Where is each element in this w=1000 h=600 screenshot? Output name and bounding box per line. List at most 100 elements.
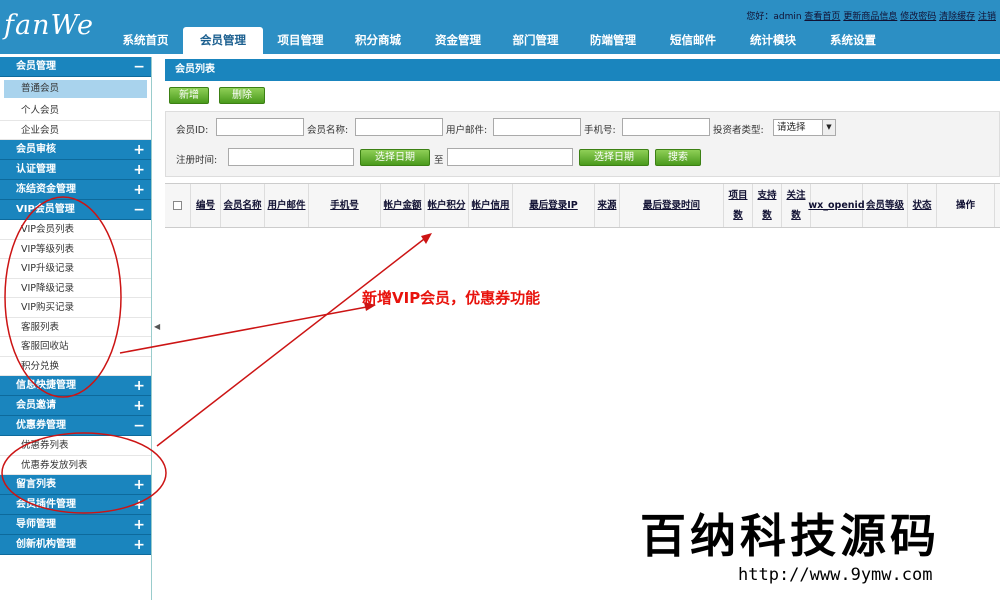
sidebar-section-label: 信息快捷管理 (16, 380, 76, 391)
nav-tab[interactable]: 防端管理 (573, 27, 653, 54)
column-header[interactable]: 帐户金额 (381, 184, 425, 227)
column-header[interactable]: 项目数 (724, 184, 753, 227)
sidebar-section[interactable]: VIP会员管理 − (0, 200, 151, 220)
sidebar-section[interactable]: 冻结资金管理 + (0, 180, 151, 200)
reg-time-label: 注册时间: (176, 155, 218, 166)
sidebar-section-label: 认证管理 (16, 164, 56, 175)
sidebar-item[interactable]: VIP等级列表 (0, 240, 151, 259)
sidebar-section[interactable]: 创新机构管理 + (0, 535, 151, 555)
chevron-down-icon: ▼ (822, 120, 835, 135)
pick-start-date-button[interactable]: 选择日期 (360, 149, 430, 166)
expand-icon[interactable]: + (133, 475, 145, 495)
link-logout[interactable]: 注销 (978, 12, 996, 22)
column-header[interactable]: 会员等级 (863, 184, 908, 227)
column-header[interactable]: 最后登录时间 (620, 184, 724, 227)
column-header[interactable]: 操作 (937, 184, 995, 227)
expand-icon[interactable]: + (133, 140, 145, 160)
sidebar-item[interactable]: 客服回收站 (0, 337, 151, 357)
column-header[interactable]: 来源 (595, 184, 620, 227)
expand-icon[interactable]: + (133, 535, 145, 555)
sidebar-section[interactable]: 留言列表 + (0, 475, 151, 495)
column-header[interactable]: 关注数 (782, 184, 811, 227)
top-header: fanWe 您好：admin 查看首页 更新商品信息 修改密码 清除缓存 注销 … (0, 0, 1000, 54)
sidebar-item[interactable]: VIP降级记录 (0, 279, 151, 298)
nav-tab[interactable]: 统计模块 (733, 27, 813, 54)
sidebar-item[interactable]: VIP购买记录 (0, 298, 151, 318)
expand-icon[interactable]: + (133, 396, 145, 416)
filter-panel: 会员ID: 会员名称: 用户邮件: 手机号: 投资者类型: 请选择 ▼ 注册时间… (165, 111, 1000, 177)
member-name-label: 会员名称: (307, 125, 349, 136)
sidebar-item[interactable]: VIP会员列表 (0, 220, 151, 240)
sidebar-section[interactable]: 会员审核 + (0, 140, 151, 160)
to-label: 至 (434, 155, 444, 166)
collapse-sidebar-icon[interactable]: ◀ (154, 322, 160, 331)
sidebar-section-label: 冻结资金管理 (16, 184, 76, 195)
link-clear-cache[interactable]: 清除缓存 (939, 12, 975, 22)
sidebar-item[interactable]: VIP升级记录 (0, 259, 151, 279)
link-view-home[interactable]: 查看首页 (804, 12, 840, 22)
expand-icon[interactable]: + (133, 495, 145, 515)
email-input[interactable] (493, 118, 581, 136)
column-header[interactable]: wx_openid (808, 184, 865, 227)
member-name-input[interactable] (355, 118, 443, 136)
pick-end-date-button[interactable]: 选择日期 (579, 149, 649, 166)
nav-tab[interactable]: 会员管理 (183, 27, 263, 54)
sidebar-section-label: 优惠券管理 (16, 420, 66, 431)
nav-tab[interactable]: 部门管理 (498, 27, 573, 54)
sidebar-section-label: 会员邀请 (16, 400, 56, 411)
collapse-icon[interactable]: − (133, 416, 145, 436)
watermark-title: 百纳科技源码 (640, 509, 940, 563)
column-header[interactable]: 手机号 (309, 184, 381, 227)
annotation-text: 新增VIP会员，优惠券功能 (362, 289, 541, 307)
reg-time-end-input[interactable] (447, 148, 573, 166)
sidebar-item[interactable]: 客服列表 (0, 318, 151, 337)
link-update-info[interactable]: 更新商品信息 (843, 12, 897, 22)
column-header[interactable]: 最后登录IP (513, 184, 595, 227)
select-all-checkbox[interactable] (173, 201, 182, 210)
link-change-password[interactable]: 修改密码 (900, 12, 936, 22)
column-header[interactable]: 状态 (908, 184, 937, 227)
nav-tab[interactable]: 项目管理 (263, 27, 338, 54)
investor-type-select[interactable]: 请选择 ▼ (773, 119, 836, 136)
investor-type-label: 投资者类型: (713, 125, 764, 136)
sidebar-item[interactable]: 积分兑换 (0, 357, 151, 376)
delete-button[interactable]: 删除 (219, 87, 265, 104)
sidebar-item[interactable]: 优惠券发放列表 (0, 456, 151, 475)
sidebar-section[interactable]: 信息快捷管理 + (0, 376, 151, 396)
sidebar-item[interactable]: 优惠券列表 (0, 436, 151, 456)
sidebar-item[interactable]: 个人会员 (0, 101, 151, 121)
sidebar-section[interactable]: 会员邀请 + (0, 396, 151, 416)
sidebar-section[interactable]: 会员管理 − (0, 57, 151, 77)
sidebar-section[interactable]: 优惠券管理 − (0, 416, 151, 436)
nav-tab[interactable]: 资金管理 (418, 27, 498, 54)
column-header[interactable]: 支持数 (753, 184, 782, 227)
mobile-label: 手机号: (584, 125, 616, 136)
page-title: 会员列表 (165, 59, 1000, 81)
expand-icon[interactable]: + (133, 376, 145, 396)
add-button[interactable]: 新增 (169, 87, 209, 104)
mobile-input[interactable] (622, 118, 710, 136)
column-header[interactable]: 帐户信用 (469, 184, 513, 227)
sidebar-section[interactable]: 导师管理 + (0, 515, 151, 535)
column-header[interactable]: 编号 (191, 184, 221, 227)
nav-tab[interactable]: 积分商城 (338, 27, 418, 54)
nav-tab[interactable]: 短信邮件 (653, 27, 733, 54)
expand-icon[interactable]: + (133, 180, 145, 200)
top-info: 您好：admin 查看首页 更新商品信息 修改密码 清除缓存 注销 (746, 9, 996, 22)
sidebar-item[interactable]: 普通会员 (4, 80, 147, 98)
column-header[interactable]: 会员名称 (221, 184, 265, 227)
collapse-icon[interactable]: − (133, 200, 145, 220)
sidebar-section[interactable]: 认证管理 + (0, 160, 151, 180)
sidebar-section[interactable]: 会员插件管理 + (0, 495, 151, 515)
column-header[interactable]: 帐户积分 (425, 184, 469, 227)
nav-tab[interactable]: 系统首页 (108, 27, 183, 54)
reg-time-start-input[interactable] (228, 148, 354, 166)
collapse-icon[interactable]: − (133, 57, 145, 77)
sidebar-item[interactable]: 企业会员 (0, 121, 151, 140)
member-id-input[interactable] (216, 118, 304, 136)
nav-tab[interactable]: 系统设置 (813, 27, 893, 54)
expand-icon[interactable]: + (133, 515, 145, 535)
expand-icon[interactable]: + (133, 160, 145, 180)
column-header[interactable]: 用户邮件 (265, 184, 309, 227)
search-button[interactable]: 搜索 (655, 149, 701, 166)
